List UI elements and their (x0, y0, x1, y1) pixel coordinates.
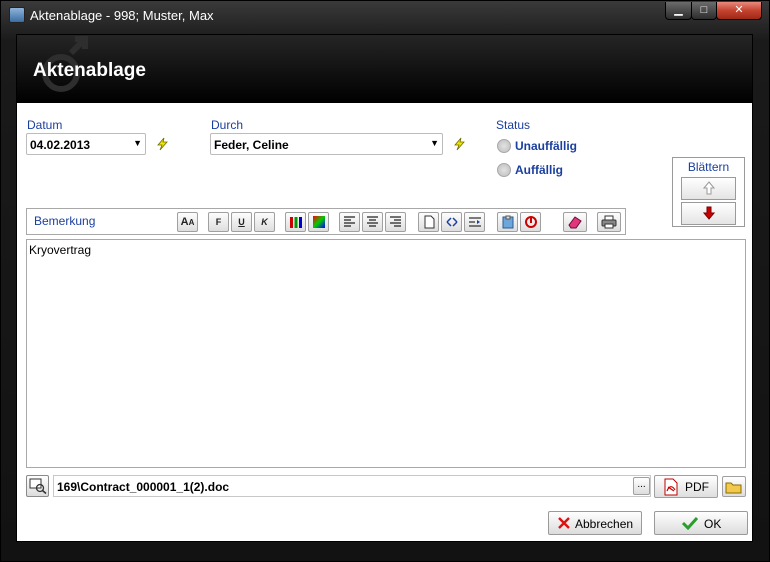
dialog-content: Aktenablage Datum 04.02.2013 ▼ Durch Fed… (16, 34, 753, 542)
preview-icon (29, 478, 47, 495)
header-banner: Aktenablage (17, 35, 752, 103)
open-folder-button[interactable] (722, 476, 746, 497)
italic-button[interactable]: K (254, 212, 275, 232)
background-color-icon[interactable] (308, 212, 329, 232)
preview-button[interactable] (26, 475, 49, 497)
bemerkung-editor[interactable]: Kryovertrag (26, 239, 746, 468)
chevron-down-icon: ▼ (133, 138, 142, 148)
align-left-icon[interactable] (339, 212, 360, 232)
align-right-icon[interactable] (385, 212, 406, 232)
status-unauffaellig-label[interactable]: Unauffällig (515, 139, 577, 153)
new-document-icon[interactable] (418, 212, 439, 232)
cancel-button[interactable]: Abbrechen (548, 511, 642, 535)
file-path-value: 169\Contract_000001_1(2).doc (57, 480, 230, 494)
bold-button[interactable]: F (208, 212, 229, 232)
print-icon[interactable] (597, 212, 621, 232)
folder-icon (725, 482, 742, 494)
lightning-icon[interactable] (155, 137, 169, 151)
blaettern-group: Blättern (672, 157, 745, 227)
status-label: Status (496, 118, 531, 132)
cancel-label: Abbrechen (575, 517, 634, 531)
clipboard-icon[interactable] (497, 212, 518, 232)
cancel-x-icon (558, 517, 570, 529)
durch-dropdown[interactable]: Feder, Celine ▼ (210, 133, 443, 155)
maximize-button[interactable]: □ (691, 2, 717, 20)
status-unauffaellig-radio[interactable] (497, 139, 511, 153)
browse-button[interactable]: ... (633, 477, 650, 495)
undo-icon[interactable] (520, 212, 541, 232)
minimize-button[interactable]: ▁ (665, 2, 692, 20)
durch-label: Durch (211, 118, 244, 132)
blaettern-label: Blättern (687, 160, 730, 174)
bemerkung-text: Kryovertrag (29, 243, 92, 257)
pdf-button[interactable]: PDF (654, 475, 718, 498)
page-title: Aktenablage (33, 60, 146, 81)
eraser-icon[interactable] (563, 212, 587, 232)
text-color-icon[interactable] (285, 212, 306, 232)
pdf-label: PDF (685, 480, 709, 494)
check-icon (681, 516, 699, 530)
pdf-icon (664, 478, 678, 496)
bemerkung-toolbar: Bemerkung AA F U K (26, 208, 626, 235)
arrow-down-icon (702, 206, 715, 220)
status-auffaellig-label[interactable]: Auffällig (515, 163, 563, 177)
page-up-button[interactable] (681, 177, 736, 200)
page-down-button[interactable] (681, 202, 736, 225)
dialog-window: Aktenablage - 998; Muster, Max ▁ □ ✕ Akt… (0, 0, 770, 562)
app-icon (9, 7, 25, 23)
font-size-icon[interactable]: AA (177, 212, 198, 232)
bemerkung-label: Bemerkung (34, 214, 96, 228)
chevron-down-icon: ▼ (430, 138, 439, 148)
datum-dropdown[interactable]: 04.02.2013 ▼ (26, 133, 146, 155)
link-icon[interactable] (441, 212, 462, 232)
close-button[interactable]: ✕ (716, 2, 762, 20)
window-title: Aktenablage - 998; Muster, Max (30, 8, 214, 23)
file-path-field[interactable]: 169\Contract_000001_1(2).doc (53, 475, 651, 497)
arrow-up-icon (702, 181, 715, 195)
datum-label: Datum (27, 118, 63, 132)
underline-button[interactable]: U (231, 212, 252, 232)
title-bar[interactable]: Aktenablage - 998; Muster, Max ▁ □ ✕ (1, 1, 769, 29)
lightning-icon[interactable] (452, 137, 466, 151)
datum-value: 04.02.2013 (30, 138, 91, 152)
ok-label: OK (704, 517, 722, 531)
align-center-icon[interactable] (362, 212, 383, 232)
durch-value: Feder, Celine (214, 138, 289, 152)
status-auffaellig-radio[interactable] (497, 163, 511, 177)
insert-field-icon[interactable] (464, 212, 485, 232)
ok-button[interactable]: OK (654, 511, 748, 535)
